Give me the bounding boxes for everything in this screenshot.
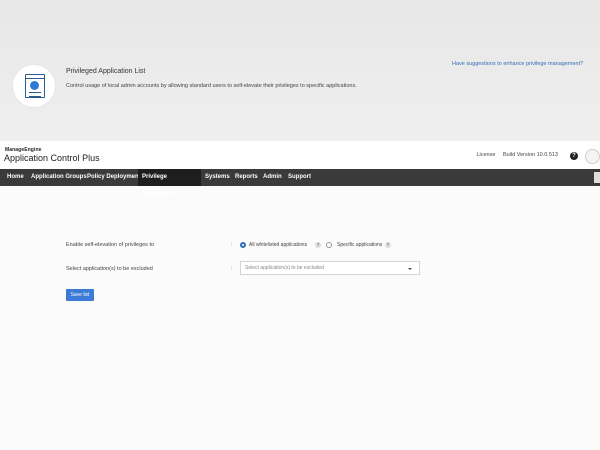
help-icon[interactable]: ? [315, 242, 321, 248]
page-description: Control usage of local admin accounts by… [66, 83, 357, 89]
nav-item-admin[interactable]: Admin [259, 169, 286, 186]
exclude-label: Select application(s) to be excluded [66, 266, 153, 272]
product-title: Application Control [4, 153, 80, 163]
header-info: License Build Version 10.0.513 [470, 152, 558, 158]
main-nav: Home Application Groups Policy Deploymen… [0, 169, 600, 197]
help-icon[interactable]: ? [385, 242, 391, 248]
product-name: Application Control Plus [4, 153, 100, 163]
elevation-label: Enable self-elevation of privileges to [66, 242, 155, 248]
suggestions-link[interactable]: Have suggestions to enhance privilege ma… [452, 61, 583, 67]
nav-item-privilege-management[interactable]: Privilege Management [138, 169, 201, 197]
nav-overflow[interactable] [594, 172, 600, 183]
question-circle-icon[interactable]: ? [570, 152, 578, 160]
product-suffix: Plus [82, 153, 100, 163]
elevation-colon: : [231, 242, 233, 248]
app-header: ManageEngine Application Control Plus Li… [0, 141, 600, 169]
exclude-apps-select[interactable]: Select application(s) to be excluded [240, 261, 420, 275]
nav-item-policy-deployment[interactable]: Policy Deployment [83, 169, 145, 186]
exclude-apps-placeholder: Select application(s) to be excluded [245, 265, 324, 271]
nav-item-home[interactable]: Home [3, 169, 28, 186]
radio-specific-applications-label[interactable]: Specific applications [337, 242, 382, 248]
exclude-colon: : [231, 266, 233, 272]
nav-item-reports[interactable]: Reports [231, 169, 262, 186]
nav-item-systems[interactable]: Systems [201, 169, 234, 186]
radio-all-whitelisted[interactable] [240, 242, 246, 248]
nav-item-support[interactable]: Support [284, 169, 315, 186]
radio-specific-applications[interactable] [326, 242, 332, 248]
privileged-app-window-icon [12, 64, 56, 108]
chevron-down-icon[interactable] [408, 268, 412, 270]
page-title: Privileged Application List [66, 68, 146, 75]
nav-item-application-groups[interactable]: Application Groups [27, 169, 91, 186]
build-version: Build Version 10.0.513 [502, 152, 558, 158]
save-list-button[interactable]: Save list [66, 289, 94, 301]
license-link[interactable]: License [476, 152, 495, 158]
radio-all-whitelisted-label[interactable]: All whitelisted applications [249, 242, 307, 248]
user-avatar-icon[interactable] [585, 149, 600, 164]
